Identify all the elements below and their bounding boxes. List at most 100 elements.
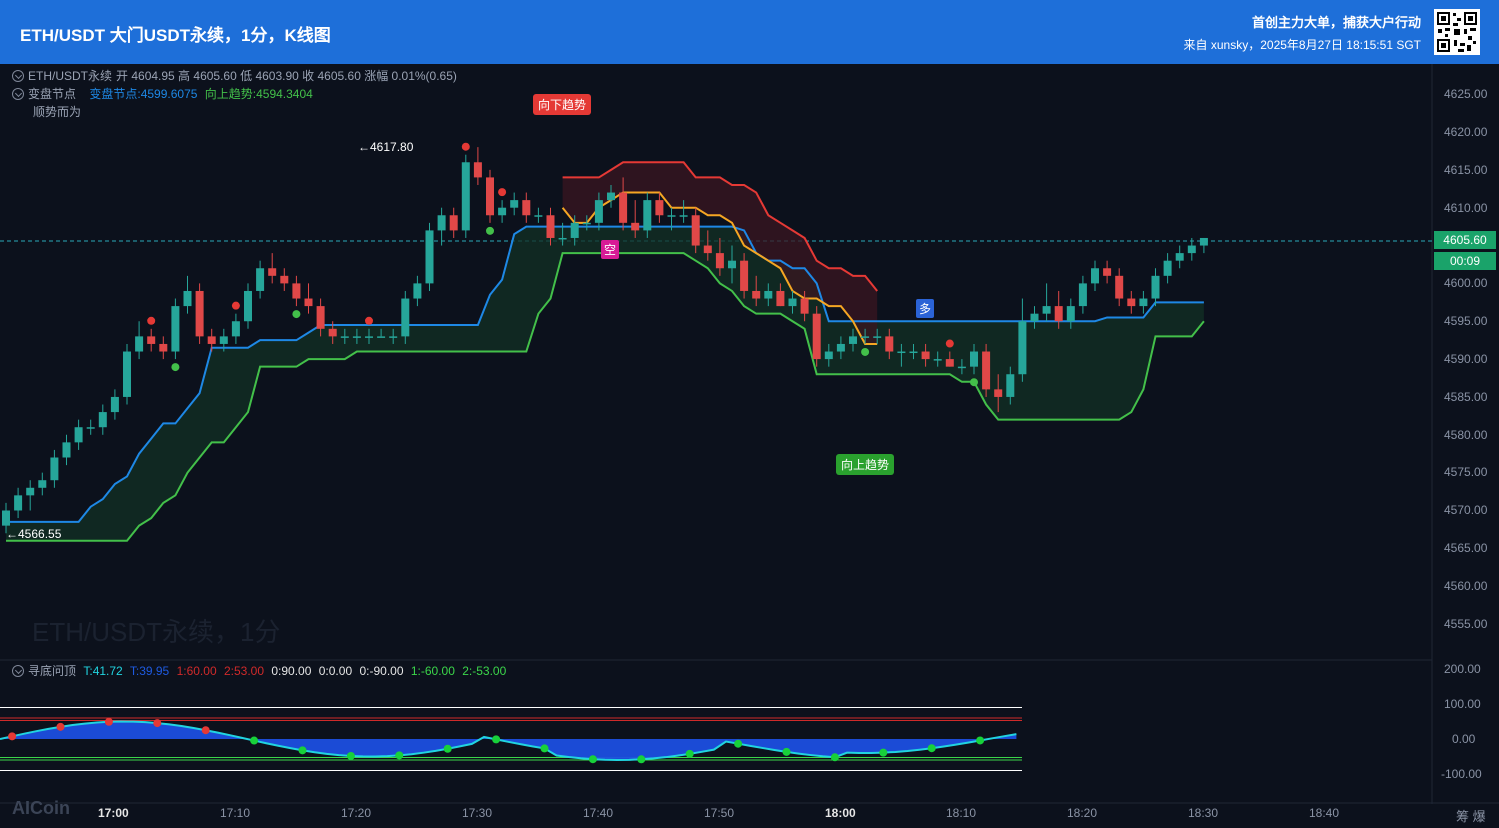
price-axis-label: 4555.00 <box>1444 617 1488 631</box>
osc-z2: 0:0.00 <box>318 664 353 678</box>
app-root: ETH/USDT 大门USDT永续，1分，K线图 首创主力大单，捕获大户行动 来… <box>0 0 1499 828</box>
osc-signal-dot <box>250 736 259 745</box>
candle-body <box>1139 298 1148 307</box>
candle-body <box>849 336 857 344</box>
candle-body <box>389 336 398 338</box>
signal-dot <box>498 188 507 197</box>
candle-body <box>594 200 603 223</box>
chart-canvas[interactable] <box>0 64 1499 828</box>
candle-body <box>1115 275 1124 299</box>
candle-body <box>800 298 809 314</box>
signal-dot <box>945 339 954 348</box>
candle-body <box>280 275 289 284</box>
source-text: 来自 xunsky，2025年8月27日 18:15:51 SGT <box>1183 38 1421 52</box>
candle-body <box>425 230 434 284</box>
candle-body <box>244 290 252 322</box>
candle-body <box>1018 321 1027 375</box>
signal-down-trend: 向下趋势 <box>533 94 592 115</box>
candle-body <box>982 351 991 390</box>
osc-signal-dot <box>976 736 985 745</box>
candle-body <box>304 298 313 307</box>
candle-body <box>1103 268 1112 276</box>
osc-signal-dot <box>927 744 936 753</box>
candle-body <box>219 336 228 344</box>
indicator-trend-value: 向上趋势:4594.3404 <box>204 87 313 101</box>
candle-body <box>365 336 373 338</box>
time-axis-label: 17:20 <box>341 806 372 820</box>
osc-signal-dot <box>830 753 839 762</box>
candle-body <box>110 396 119 413</box>
osc-l2: 2:53.00 <box>223 664 265 678</box>
candle-body <box>268 268 277 276</box>
time-axis-label: 18:20 <box>1067 806 1098 820</box>
signal-up-trend: 向上趋势 <box>836 454 895 475</box>
price-axis-label: 4615.00 <box>1444 163 1488 177</box>
candle-body <box>667 215 676 217</box>
collapse-icon[interactable] <box>12 88 24 100</box>
low-price-label: ←4566.55 <box>6 527 62 541</box>
candle-body <box>352 336 361 338</box>
osc-t1: T:41.72 <box>83 664 123 678</box>
price-axis-label: 4560.00 <box>1444 579 1488 593</box>
time-axis-label: 17:10 <box>220 806 251 820</box>
candle-body <box>74 427 83 443</box>
candle-body <box>98 412 107 428</box>
signal-dot <box>365 316 373 325</box>
candle-body <box>183 290 192 307</box>
candle-body <box>1151 275 1160 299</box>
signal-dot <box>171 363 180 372</box>
candle-body <box>752 290 761 299</box>
slogan-text: 首创主力大单，捕获大户行动 <box>1251 15 1421 30</box>
candle-body <box>377 336 386 338</box>
time-axis-label: 17:00 <box>98 806 129 820</box>
price-axis-label: 4595.00 <box>1444 314 1488 328</box>
last-price-tag: 4605.60 <box>1434 231 1496 249</box>
candle-body <box>728 260 736 269</box>
candle-body <box>195 290 204 337</box>
osc-axis-label: 200.00 <box>1444 662 1481 676</box>
candle-body <box>159 343 168 352</box>
candle-body <box>788 298 797 307</box>
candle-body <box>885 336 894 352</box>
price-axis-label: 4565.00 <box>1444 541 1488 555</box>
price-axis-label: 4580.00 <box>1444 428 1488 442</box>
candle-body <box>486 177 494 216</box>
candle-body <box>643 200 652 231</box>
candle-body <box>2 510 10 526</box>
time-axis-label: 17:50 <box>704 806 735 820</box>
qr-code <box>1434 9 1480 55</box>
candle-body <box>873 336 882 338</box>
corner-buttons[interactable]: 筹 爆 <box>1456 806 1486 825</box>
candle-body <box>14 495 23 511</box>
candle-body <box>764 290 773 299</box>
osc-t2: T:39.95 <box>129 664 170 678</box>
candle-body <box>970 351 978 367</box>
indicator-name: 变盘节点 <box>28 87 77 101</box>
candle-body <box>1066 306 1075 322</box>
osc-signal-dot <box>685 749 694 758</box>
osc-signal-dot <box>588 755 597 764</box>
oscillator-panel <box>0 707 1022 771</box>
candle-body <box>328 328 337 337</box>
collapse-icon[interactable] <box>12 70 24 82</box>
candle-body <box>135 336 144 352</box>
candle-body <box>1199 237 1208 246</box>
osc-l1: 1:60.00 <box>176 664 217 678</box>
candle-body <box>123 351 131 397</box>
candle-body <box>679 215 688 217</box>
time-axis-label: 17:30 <box>462 806 493 820</box>
candle-body <box>50 457 59 481</box>
candle-body <box>836 343 845 352</box>
candle-body <box>619 192 628 223</box>
price-axis-label: 4575.00 <box>1444 465 1488 479</box>
candle-body <box>740 260 749 291</box>
high-price-label: ←4617.80 <box>358 140 414 154</box>
top-banner: ETH/USDT 大门USDT永续，1分，K线图 首创主力大单，捕获大户行动 来… <box>0 0 1499 64</box>
collapse-icon[interactable] <box>12 665 24 677</box>
watermark: ETH/USDT永续，1分 <box>32 617 281 647</box>
candle-body <box>631 222 640 231</box>
osc-signal-dot <box>540 744 549 753</box>
candle-body <box>909 351 918 354</box>
candle-body <box>861 336 870 338</box>
candle-body <box>1030 313 1039 322</box>
